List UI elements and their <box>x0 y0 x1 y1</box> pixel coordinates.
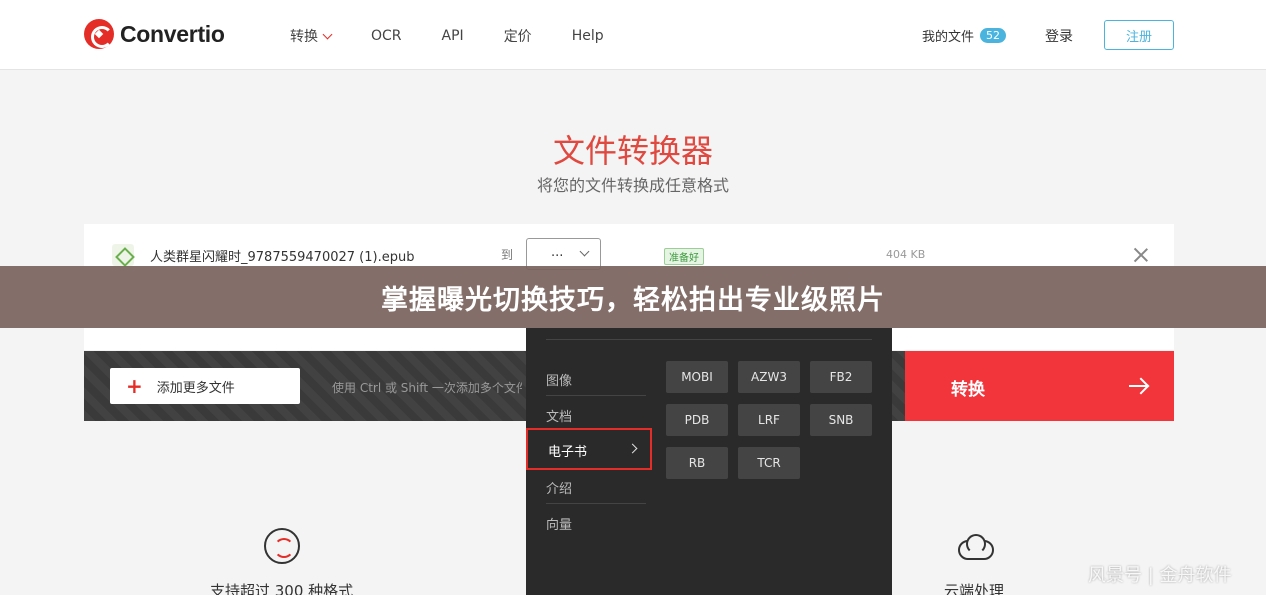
nav-convert-label: 转换 <box>290 29 318 45</box>
file-name: 人类群星闪耀时_9787559470027 (1).epub <box>150 250 415 265</box>
dropdown-divider <box>546 339 872 340</box>
format-lrf[interactable]: LRF <box>738 404 800 436</box>
add-files-label: 添加更多文件 <box>156 380 235 396</box>
epub-file-icon <box>112 244 134 266</box>
convert-button[interactable]: 转换 <box>905 351 1174 421</box>
category-label: 电子书 <box>548 445 588 460</box>
top-header: Convertio 转换 OCR API 定价 Help 我的文件 52 登录 … <box>0 0 1266 70</box>
category-ebook[interactable]: 电子书 <box>526 428 652 470</box>
format-select-value: ... <box>551 245 564 260</box>
add-more-files-button[interactable]: + 添加更多文件 <box>110 368 300 404</box>
category-label: 向量 <box>546 518 573 533</box>
page-subtitle: 将您的文件转换成任意格式 <box>536 176 729 195</box>
format-rb[interactable]: RB <box>666 447 728 479</box>
title-banner: 掌握曝光切换技巧，轻松拍出专业级照片 <box>0 266 1266 328</box>
my-files-link[interactable]: 我的文件 52 <box>922 26 1007 45</box>
format-mobi[interactable]: MOBI <box>666 361 728 393</box>
feature-formats-text: 支持超过 300 种格式 <box>210 582 354 595</box>
login-link[interactable]: 登录 <box>1045 26 1073 46</box>
file-size: 404 KB <box>886 248 926 261</box>
format-dropdown: 图像 文档 电子书 介绍 向量 MOBI AZW3 FB2 PDB LRF SN… <box>526 328 892 595</box>
convertio-logo[interactable]: Convertio <box>84 19 225 49</box>
convert-icon <box>264 528 300 564</box>
chevron-down-icon <box>322 29 333 39</box>
category-vector[interactable]: 向量 <box>526 504 650 540</box>
remove-file-icon[interactable] <box>1132 246 1150 264</box>
category-label: 文档 <box>546 410 573 425</box>
multi-select-hint: 使用 Ctrl 或 Shift 一次添加多个文件 <box>332 381 522 395</box>
format-pdb[interactable]: PDB <box>666 404 728 436</box>
status-badge: 准备好 <box>664 248 704 265</box>
banner-text: 掌握曝光切换技巧，轻松拍出专业级照片 <box>381 284 885 316</box>
file-count-badge: 52 <box>980 28 1007 43</box>
feature-cloud-text: 云端处理 <box>944 582 1005 595</box>
nav-ocr[interactable]: OCR <box>371 26 402 46</box>
cloud-icon <box>954 534 994 560</box>
nav-pricing[interactable]: 定价 <box>504 26 532 46</box>
my-files-label: 我的文件 <box>922 30 975 45</box>
category-label: 介绍 <box>546 482 573 497</box>
chevron-right-icon <box>627 443 638 454</box>
category-label: 图像 <box>546 374 573 389</box>
plus-icon: + <box>126 374 143 398</box>
nav-help[interactable]: Help <box>572 26 604 46</box>
format-azw3[interactable]: AZW3 <box>738 361 800 393</box>
main-nav: 转换 OCR API 定价 Help <box>290 26 644 46</box>
nav-api[interactable]: API <box>442 26 464 46</box>
arrow-right-icon <box>1129 385 1147 387</box>
category-image[interactable]: 图像 <box>526 360 650 396</box>
chevron-down-icon <box>579 246 590 257</box>
format-tcr[interactable]: TCR <box>738 447 800 479</box>
signup-button[interactable]: 注册 <box>1104 20 1174 50</box>
nav-convert[interactable]: 转换 <box>290 26 333 46</box>
logo-text: Convertio <box>120 20 225 47</box>
format-snb[interactable]: SNB <box>810 404 872 436</box>
page-title: 文件转换器 <box>552 132 713 170</box>
format-fb2[interactable]: FB2 <box>810 361 872 393</box>
category-document[interactable]: 文档 <box>526 396 650 432</box>
category-presentation[interactable]: 介绍 <box>526 468 650 504</box>
watermark: 风景号 | 金舟软件 <box>1088 565 1232 586</box>
to-label: 到 <box>501 248 514 262</box>
convert-label: 转换 <box>951 380 985 400</box>
logo-icon <box>84 19 114 49</box>
